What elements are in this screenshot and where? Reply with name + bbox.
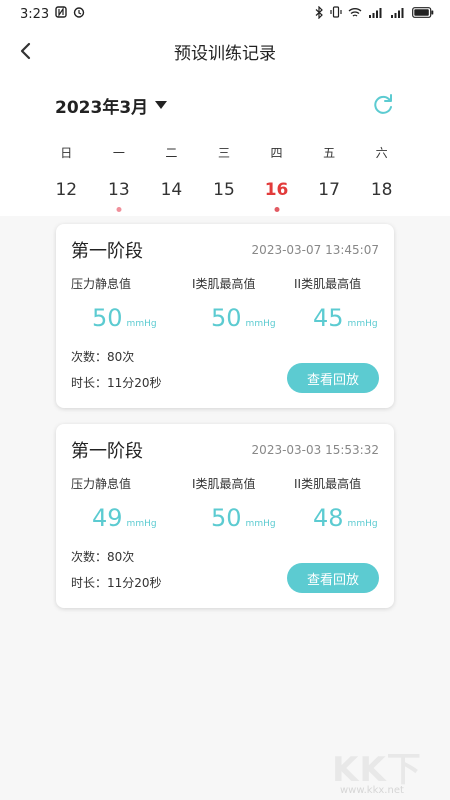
card-header: 第一阶段 2023-03-03 15:53:32 [71, 436, 379, 464]
type2-metric: 48 mmHg [313, 504, 378, 532]
type1-value: 50 [211, 304, 242, 332]
date-cell[interactable]: 16 [250, 180, 303, 212]
metric-labels: 压力静息值 I类肌最高值 II类肌最高值 [71, 475, 379, 491]
card-time: 2023-03-03 15:53:32 [251, 443, 379, 457]
date-cell[interactable]: 14 [145, 180, 198, 208]
date-number: 18 [370, 180, 393, 200]
type1-value: 50 [211, 504, 242, 532]
weekday-sat: 六 [375, 146, 388, 160]
rest-metric: 49 mmHg [92, 504, 157, 532]
caret-down-icon [155, 101, 168, 109]
signal-icon-2 [390, 7, 406, 22]
weekday-thu: 四 [270, 146, 283, 160]
unit-label: mmHg [245, 519, 276, 529]
date-cell[interactable]: 18 [355, 180, 408, 208]
unit-label: mmHg [347, 319, 378, 329]
battery-icon [412, 6, 434, 22]
unit-label: mmHg [126, 319, 157, 329]
unit-label: mmHg [347, 519, 378, 529]
refresh-button[interactable] [370, 92, 396, 118]
card-stage: 第一阶段 [71, 441, 143, 462]
type2-value: 45 [313, 304, 344, 332]
date-cell[interactable]: 13 [93, 180, 146, 212]
type1-metric: 50 mmHg [211, 504, 276, 532]
type1-metric: 50 mmHg [211, 304, 276, 332]
type1-label: I类肌最高值 [192, 477, 256, 491]
month-row: 2023年3月 [0, 90, 450, 120]
type2-metric: 45 mmHg [313, 304, 378, 332]
date-row: 12 13 14 15 16 17 18 [40, 180, 408, 212]
date-number: 12 [55, 180, 78, 200]
status-right [315, 5, 434, 23]
record-dot [116, 207, 122, 212]
unit-label: mmHg [126, 519, 157, 529]
metric-labels: 压力静息值 I类肌最高值 II类肌最高值 [71, 275, 379, 291]
back-button[interactable] [8, 34, 42, 68]
date-number: 17 [318, 180, 340, 200]
vibrate-icon [330, 6, 342, 22]
weekday-fri: 五 [323, 146, 336, 160]
status-left: 3:23 [20, 6, 85, 22]
card-count: 次数：80次 [71, 550, 135, 564]
status-time: 3:23 [20, 6, 50, 22]
alarm-icon [73, 6, 85, 22]
record-dot [274, 207, 280, 212]
date-number: 16 [264, 180, 289, 200]
weekday-wed: 三 [217, 146, 230, 160]
card-duration: 时长：11分20秒 [71, 576, 162, 590]
wifi-icon [348, 7, 362, 22]
date-number: 15 [213, 180, 235, 200]
type2-label: II类肌最高值 [294, 477, 362, 491]
type1-label: I类肌最高值 [192, 277, 256, 291]
weekday-mon: 一 [112, 146, 125, 160]
weekday-row: 日 一 二 三 四 五 六 [40, 144, 408, 161]
date-number: 13 [108, 180, 130, 200]
date-cell[interactable]: 12 [40, 180, 93, 208]
type2-value: 48 [313, 504, 344, 532]
replay-button[interactable]: 查看回放 [287, 563, 379, 593]
metric-values: 50 mmHg 50 mmHg 45 mmHg [71, 304, 379, 334]
record-card[interactable]: 第一阶段 2023-03-03 15:53:32 压力静息值 I类肌最高值 II… [56, 424, 394, 608]
unit-label: mmHg [245, 319, 276, 329]
card-duration: 时长：11分20秒 [71, 376, 162, 390]
month-label: 2023年3月 [55, 97, 149, 118]
weekday-tue: 二 [165, 146, 178, 160]
nav-bar: 预设训练记录 [0, 28, 450, 74]
rest-value: 50 [92, 304, 123, 332]
rest-metric: 50 mmHg [92, 304, 157, 332]
status-bar: 3:23 [0, 0, 450, 28]
rest-label: 压力静息值 [71, 477, 132, 491]
nfc-icon [55, 6, 67, 22]
calendar: 2023年3月 日 一 二 三 四 五 六 12 13 14 15 16 17 … [0, 74, 450, 216]
chevron-left-icon [20, 42, 31, 60]
weekday-sun: 日 [60, 146, 73, 160]
date-number: 14 [160, 180, 183, 200]
signal-icon [368, 7, 384, 22]
rest-label: 压力静息值 [71, 277, 132, 291]
rest-value: 49 [92, 504, 123, 532]
record-card[interactable]: 第一阶段 2023-03-07 13:45:07 压力静息值 I类肌最高值 II… [56, 224, 394, 408]
card-header: 第一阶段 2023-03-07 13:45:07 [71, 236, 379, 264]
page-title: 预设训练记录 [174, 43, 276, 64]
replay-button[interactable]: 查看回放 [287, 363, 379, 393]
month-picker[interactable]: 2023年3月 [55, 90, 168, 120]
watermark-url: www.kkx.net [340, 785, 404, 796]
refresh-icon [374, 94, 392, 114]
metric-values: 49 mmHg 50 mmHg 48 mmHg [71, 504, 379, 534]
card-count: 次数：80次 [71, 350, 135, 364]
card-time: 2023-03-07 13:45:07 [251, 243, 379, 257]
type2-label: II类肌最高值 [294, 277, 362, 291]
card-stage: 第一阶段 [71, 241, 143, 262]
date-cell[interactable]: 15 [198, 180, 251, 208]
date-cell[interactable]: 17 [303, 180, 356, 208]
bluetooth-icon [315, 5, 324, 23]
